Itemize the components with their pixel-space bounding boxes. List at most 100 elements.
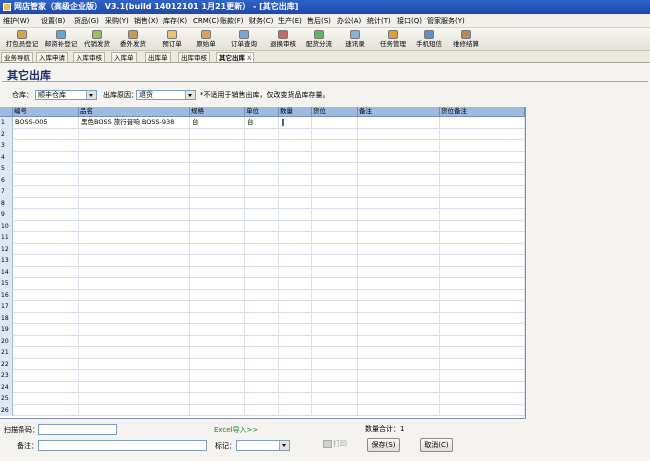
cell-remark[interactable]: [358, 370, 440, 382]
cell-name[interactable]: [79, 289, 190, 301]
cell-spec[interactable]: [190, 278, 245, 290]
cell-location-remark[interactable]: [440, 209, 525, 221]
cell-name[interactable]: [79, 128, 190, 140]
cell-spec[interactable]: [190, 197, 245, 209]
cell-qty[interactable]: [279, 393, 312, 405]
cell-spec[interactable]: [190, 312, 245, 324]
print-button[interactable]: 打印: [318, 438, 352, 452]
cell-location-remark[interactable]: [440, 278, 525, 290]
cell-remark[interactable]: [358, 140, 440, 152]
cell-remark[interactable]: [358, 232, 440, 244]
cell-qty[interactable]: [279, 163, 312, 175]
cell-unit[interactable]: [245, 404, 279, 416]
menu-finance[interactable]: 财务(C): [248, 16, 274, 26]
cell-code[interactable]: [13, 174, 79, 186]
cell-remark[interactable]: [358, 209, 440, 221]
cell-unit[interactable]: [245, 186, 279, 198]
cell-name[interactable]: [79, 312, 190, 324]
cell-name[interactable]: [79, 140, 190, 152]
cell-unit[interactable]: [245, 347, 279, 359]
table-row[interactable]: 16: [0, 289, 525, 301]
cell-location-remark[interactable]: [440, 232, 525, 244]
cell-location[interactable]: [312, 243, 358, 255]
toolbar-postage-register-button[interactable]: 邮资补登记: [43, 29, 79, 49]
cell-qty[interactable]: [279, 140, 312, 152]
cell-location-remark[interactable]: [440, 255, 525, 267]
cell-code[interactable]: [13, 393, 79, 405]
cell-location[interactable]: [312, 358, 358, 370]
cell-location[interactable]: [312, 266, 358, 278]
cell-unit[interactable]: [245, 335, 279, 347]
cell-location[interactable]: [312, 163, 358, 175]
cell-location-remark[interactable]: [440, 140, 525, 152]
cell-spec[interactable]: [190, 301, 245, 313]
cell-location-remark[interactable]: [440, 151, 525, 163]
cell-unit[interactable]: [245, 243, 279, 255]
cell-remark[interactable]: [358, 255, 440, 267]
tab-business-nav[interactable]: 业务导航: [1, 52, 33, 62]
table-row[interactable]: 8: [0, 197, 525, 209]
cell-name[interactable]: [79, 220, 190, 232]
toolbar-preorder-button[interactable]: 预订单: [160, 29, 184, 49]
cell-location[interactable]: [312, 278, 358, 290]
cell-code[interactable]: [13, 312, 79, 324]
cell-spec[interactable]: [190, 151, 245, 163]
tab-other-outbound[interactable]: 其它出库 X: [216, 52, 255, 62]
cell-unit[interactable]: [245, 197, 279, 209]
cell-spec[interactable]: [190, 255, 245, 267]
cell-code[interactable]: [13, 243, 79, 255]
tab-close-icon[interactable]: X: [247, 54, 251, 62]
cell-remark[interactable]: [358, 174, 440, 186]
cell-name[interactable]: [79, 163, 190, 175]
cell-remark[interactable]: [358, 301, 440, 313]
cell-remark[interactable]: [358, 347, 440, 359]
cell-location-remark[interactable]: [440, 312, 525, 324]
cell-remark[interactable]: [358, 278, 440, 290]
cell-code[interactable]: [13, 140, 79, 152]
cell-location[interactable]: [312, 289, 358, 301]
cell-spec[interactable]: [190, 289, 245, 301]
cell-code[interactable]: [13, 404, 79, 416]
cell-qty[interactable]: [279, 370, 312, 382]
cell-location[interactable]: [312, 186, 358, 198]
table-row[interactable]: 4: [0, 151, 525, 163]
toolbar-distribute-button[interactable]: 配货分流: [304, 29, 334, 49]
cell-unit[interactable]: [245, 358, 279, 370]
cell-unit[interactable]: [245, 220, 279, 232]
cell-code[interactable]: [13, 151, 79, 163]
cell-location[interactable]: [312, 197, 358, 209]
cell-location[interactable]: [312, 324, 358, 336]
table-row[interactable]: 26: [0, 404, 525, 416]
cell-spec[interactable]: [190, 347, 245, 359]
save-button[interactable]: 保存(S): [367, 438, 400, 452]
cell-spec[interactable]: [190, 174, 245, 186]
cancel-button[interactable]: 取消(C): [420, 438, 453, 452]
cell-spec[interactable]: [190, 140, 245, 152]
cell-code[interactable]: [13, 278, 79, 290]
cell-location[interactable]: [312, 128, 358, 140]
cell-unit[interactable]: [245, 289, 279, 301]
col-location-remark-header[interactable]: 货位备注: [440, 107, 525, 116]
tab-inbound-order[interactable]: 入库单: [111, 52, 137, 62]
cell-spec[interactable]: 台: [190, 117, 245, 129]
menu-interface[interactable]: 接口(Q): [396, 16, 423, 26]
table-row[interactable]: 18: [0, 312, 525, 324]
cell-spec[interactable]: [190, 266, 245, 278]
warehouse-select[interactable]: 顺丰仓库: [35, 90, 97, 100]
cell-name[interactable]: [79, 232, 190, 244]
table-row[interactable]: 7: [0, 186, 525, 198]
toolbar-original-order-button[interactable]: 原始单: [193, 29, 219, 49]
cell-unit[interactable]: [245, 209, 279, 221]
cell-remark[interactable]: [358, 117, 440, 129]
cell-code[interactable]: [13, 186, 79, 198]
table-row[interactable]: 11: [0, 232, 525, 244]
cell-location-remark[interactable]: [440, 197, 525, 209]
cell-remark[interactable]: [358, 197, 440, 209]
cell-name[interactable]: [79, 197, 190, 209]
cell-unit[interactable]: [245, 324, 279, 336]
cell-unit[interactable]: [245, 140, 279, 152]
cell-spec[interactable]: [190, 358, 245, 370]
cell-unit[interactable]: [245, 128, 279, 140]
cell-remark[interactable]: [358, 220, 440, 232]
col-code-header[interactable]: 编号: [13, 107, 79, 116]
